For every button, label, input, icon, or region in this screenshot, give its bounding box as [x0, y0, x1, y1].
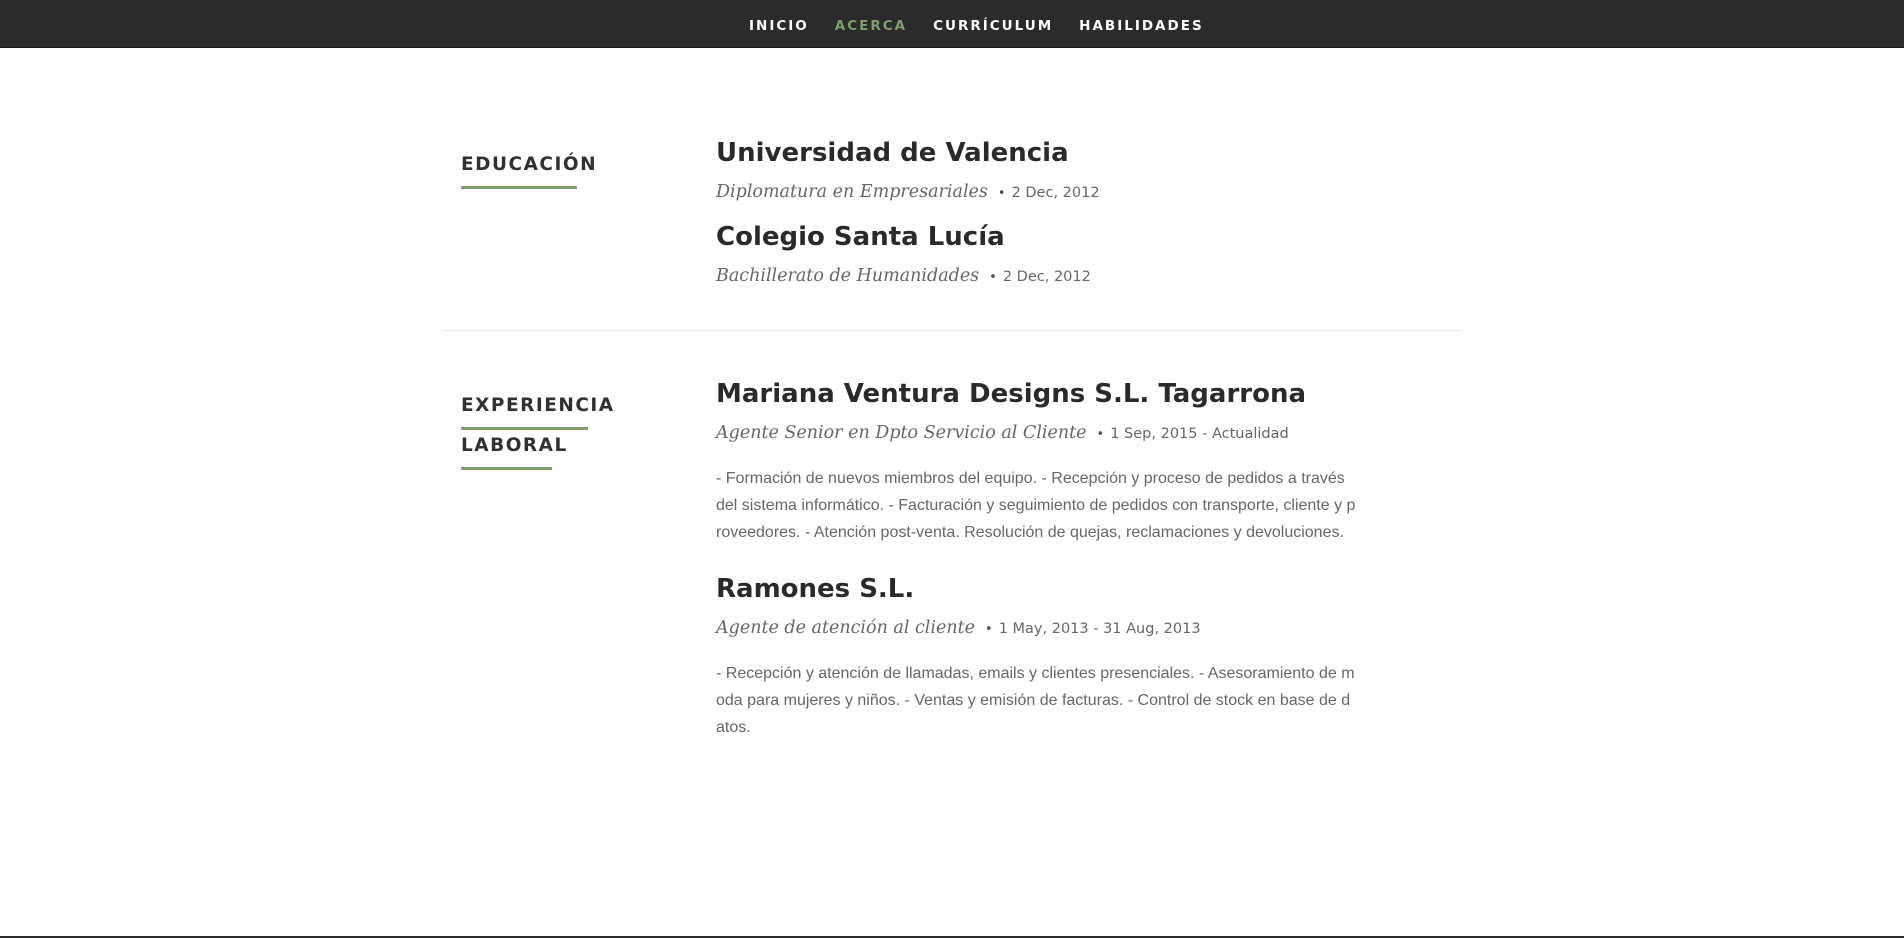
work-heading-underline-1: [461, 427, 588, 430]
nav-link-acerca[interactable]: ACERCA: [835, 18, 907, 34]
work-entry-role: Agente Senior en Dpto Servicio al Client…: [716, 423, 1087, 443]
education-entry-title: Universidad de Valencia: [716, 138, 1069, 168]
top-navigation: INICIO ACERCA CURRÍCULUM HABILIDADES: [0, 0, 1904, 48]
work-entry-date: 1 Sep, 2015 - Actualidad: [1110, 426, 1289, 442]
bullet-separator: •: [1096, 427, 1105, 442]
education-entry-info: Diplomatura en Empresariales • 2 Dec, 20…: [716, 182, 1100, 202]
work-heading-line-1: EXPERIENCIA: [461, 395, 615, 416]
nav-item-habilidades: HABILIDADES: [1079, 15, 1230, 34]
bullet-separator: •: [985, 622, 993, 637]
education-heading: EDUCACIÓN: [461, 154, 598, 175]
work-entry-date: 1 May, 2013 - 31 Aug, 2013: [998, 621, 1201, 637]
section-divider: [442, 330, 1462, 331]
bullet-separator: •: [989, 270, 997, 285]
nav-item-curriculum: CURRÍCULUM: [933, 15, 1079, 34]
work-entry-info: Agente de atención al cliente • 1 May, 2…: [716, 618, 1201, 638]
work-entry-description: - Recepción y atención de llamadas, emai…: [716, 665, 1355, 736]
nav-link-curriculum[interactable]: CURRÍCULUM: [933, 18, 1053, 34]
nav-link-habilidades[interactable]: HABILIDADES: [1079, 18, 1204, 34]
nav-item-acerca: ACERCA: [835, 15, 933, 34]
education-entry-degree: Diplomatura en Empresariales: [716, 182, 988, 202]
education-entry-title: Colegio Santa Lucía: [716, 222, 1005, 252]
education-entry-date: 2 Dec, 2012: [1002, 269, 1091, 285]
work-entry-role: Agente de atención al cliente: [716, 618, 976, 638]
bullet-separator: •: [997, 186, 1006, 201]
education-entry-info: Bachillerato de Humanidades • 2 Dec, 201…: [716, 266, 1091, 286]
work-entry-description: - Formación de nuevos miembros del equip…: [716, 470, 1356, 541]
work-entry-info: Agente Senior en Dpto Servicio al Client…: [716, 423, 1289, 443]
work-heading-line-2: LABORAL: [461, 435, 568, 456]
education-entry-degree: Bachillerato de Humanidades: [716, 266, 980, 286]
nav-item-inicio: INICIO: [749, 15, 835, 34]
nav-menu: INICIO ACERCA CURRÍCULUM HABILIDADES: [749, 15, 1230, 34]
education-heading-underline: [461, 186, 577, 189]
education-entry-date: 2 Dec, 2012: [1011, 185, 1100, 201]
work-entry-title: Mariana Ventura Designs S.L. Tagarrona: [716, 379, 1307, 409]
work-entry-title: Ramones S.L.: [716, 574, 915, 604]
nav-link-inicio[interactable]: INICIO: [749, 18, 809, 34]
work-heading-underline-2: [461, 467, 552, 470]
